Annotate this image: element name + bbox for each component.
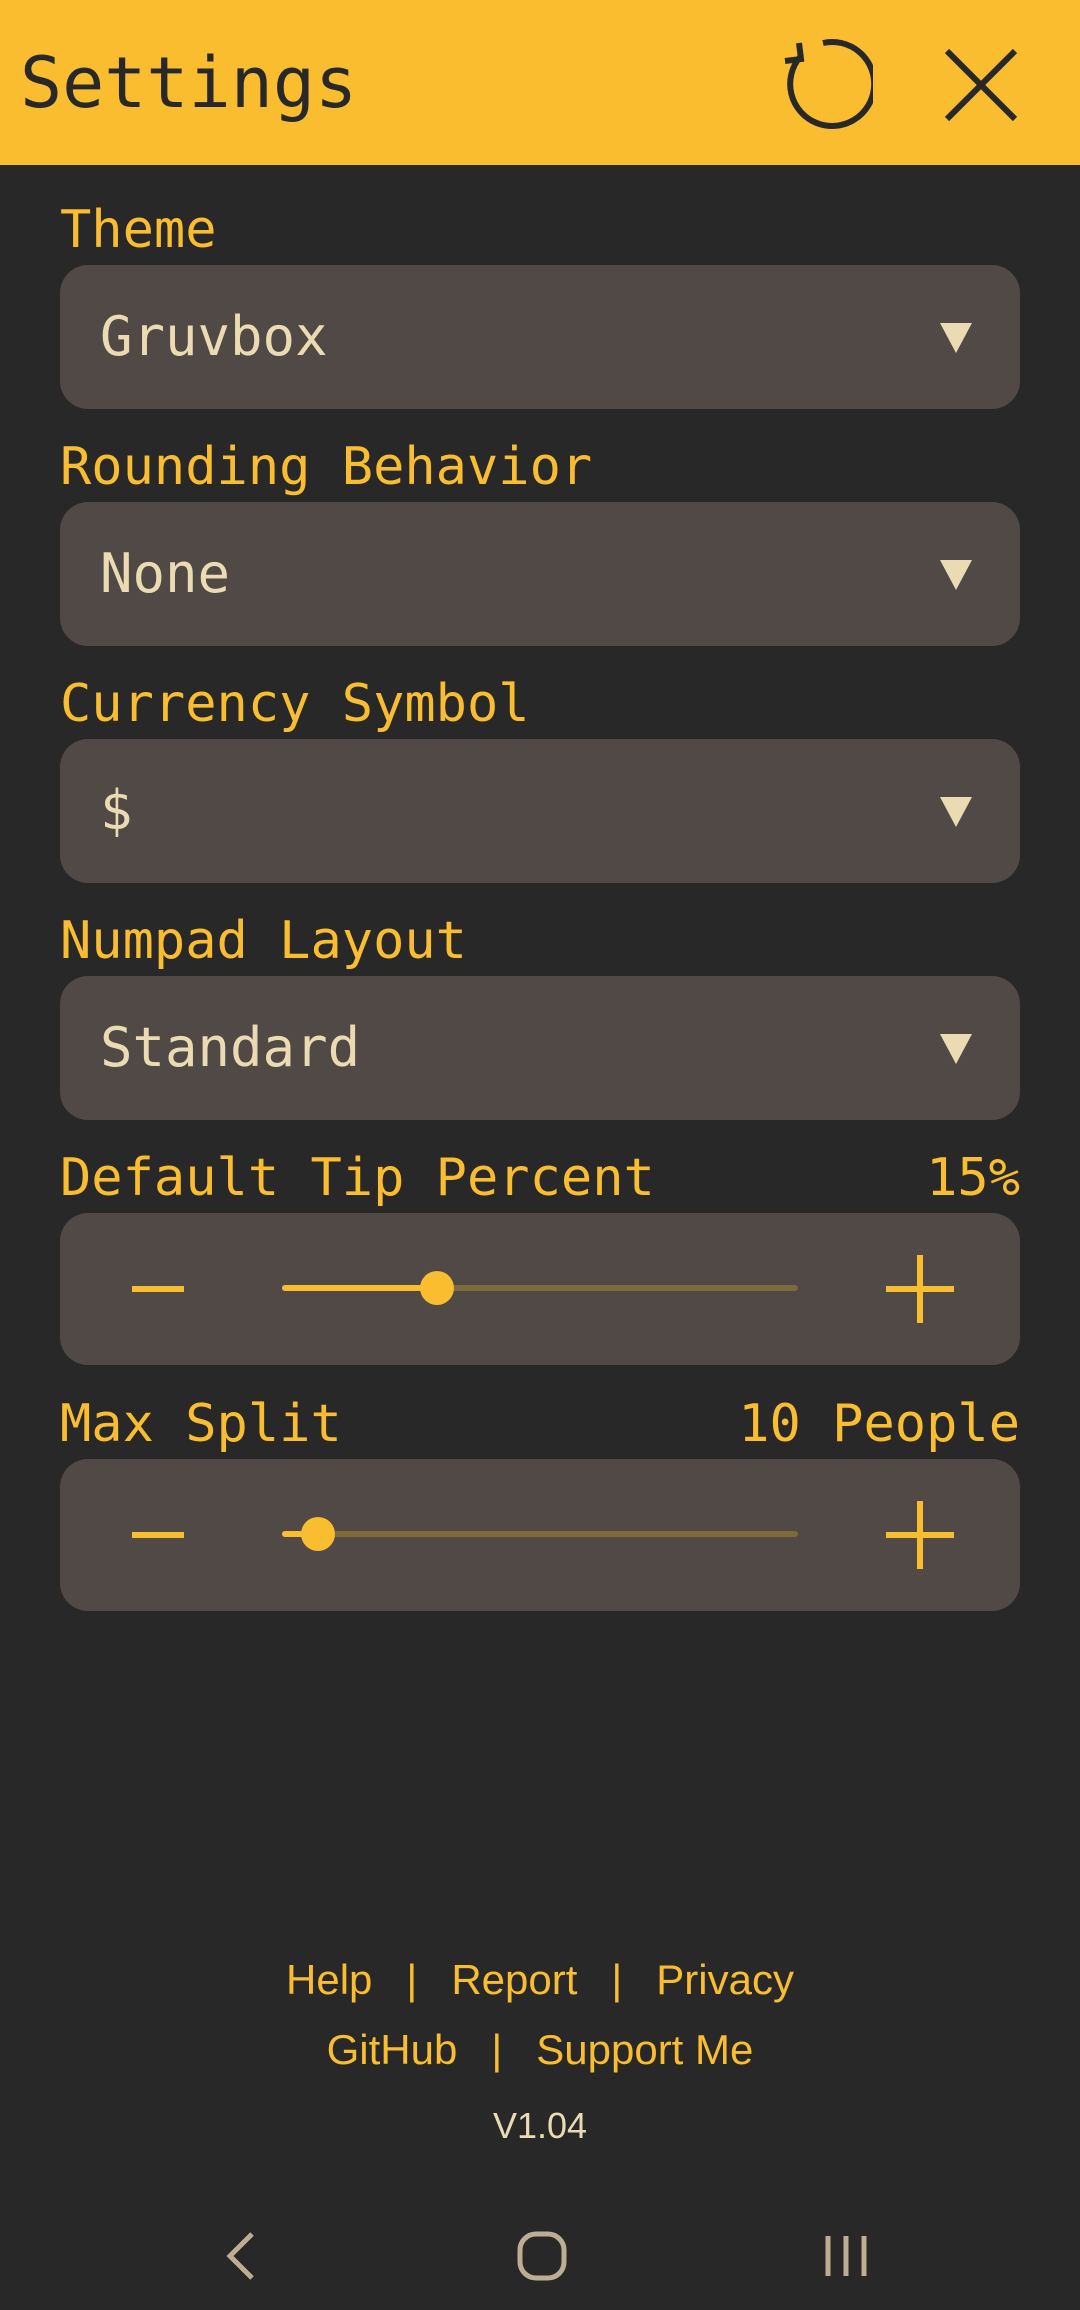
theme-label: Theme [60, 200, 217, 260]
tip-slider-thumb[interactable] [419, 1271, 454, 1305]
tip-decrease-button[interactable] [118, 1249, 198, 1329]
app-version: V1.04 [492, 2105, 588, 2146]
tip-slider[interactable] [282, 1271, 798, 1305]
support-me-link[interactable]: Support Me [536, 2026, 753, 2073]
split-increase-button[interactable] [880, 1495, 960, 1575]
split-slider[interactable] [282, 1517, 798, 1551]
link-separator: | [491, 2026, 503, 2073]
split-value: 10 People [738, 1394, 1020, 1454]
tip-slider-panel [60, 1213, 1020, 1365]
split-slider-panel [60, 1459, 1020, 1611]
split-decrease-button[interactable] [118, 1495, 198, 1575]
link-separator: | [611, 1956, 623, 2003]
split-label: Max Split [60, 1394, 342, 1454]
theme-select[interactable]: Gruvbox [60, 265, 1020, 409]
minus-icon [132, 1532, 184, 1538]
back-icon [226, 2232, 254, 2280]
home-icon [517, 2231, 567, 2281]
plus-icon [886, 1501, 954, 1569]
dropdown-arrow-icon [940, 560, 972, 590]
refresh-icon [784, 39, 873, 129]
tip-increase-button[interactable] [880, 1249, 960, 1329]
nav-back-button[interactable] [202, 2216, 282, 2296]
page-title: Settings [20, 42, 358, 124]
dropdown-arrow-icon [940, 1034, 972, 1064]
minus-icon [132, 1286, 184, 1292]
tip-label: Default Tip Percent [60, 1148, 655, 1208]
close-icon [944, 48, 1018, 122]
nav-recent-button[interactable] [806, 2216, 886, 2296]
currency-select-value: $ [100, 779, 133, 842]
tip-slider-fill [282, 1285, 437, 1291]
theme-select-value: Gruvbox [100, 305, 328, 368]
rounding-select-value: None [100, 542, 231, 605]
nav-home-button[interactable] [502, 2216, 582, 2296]
link-separator: | [406, 1956, 418, 2003]
report-link[interactable]: Report [451, 1956, 577, 2003]
plus-icon [886, 1255, 954, 1323]
rounding-select[interactable]: None [60, 502, 1020, 646]
app-header: Settings [0, 0, 1080, 165]
currency-label: Currency Symbol [60, 674, 530, 734]
close-button[interactable] [926, 30, 1036, 140]
recent-apps-icon [825, 2236, 867, 2276]
github-link[interactable]: GitHub [327, 2026, 458, 2073]
footer-links-row-2: GitHub | Support Me [0, 2022, 1080, 2078]
reset-button[interactable] [768, 30, 878, 140]
system-nav-bar [0, 2200, 1080, 2310]
footer-links-row-1: Help | Report | Privacy [0, 1952, 1080, 2008]
numpad-label: Numpad Layout [60, 911, 467, 971]
help-link[interactable]: Help [286, 1956, 372, 2003]
dropdown-arrow-icon [940, 323, 972, 353]
tip-value: 15% [926, 1148, 1020, 1208]
dropdown-arrow-icon [940, 797, 972, 827]
currency-select[interactable]: $ [60, 739, 1020, 883]
numpad-select[interactable]: Standard [60, 976, 1020, 1120]
split-slider-thumb[interactable] [301, 1517, 336, 1551]
numpad-select-value: Standard [100, 1016, 361, 1079]
privacy-link[interactable]: Privacy [656, 1956, 794, 2003]
rounding-label: Rounding Behavior [60, 437, 593, 497]
